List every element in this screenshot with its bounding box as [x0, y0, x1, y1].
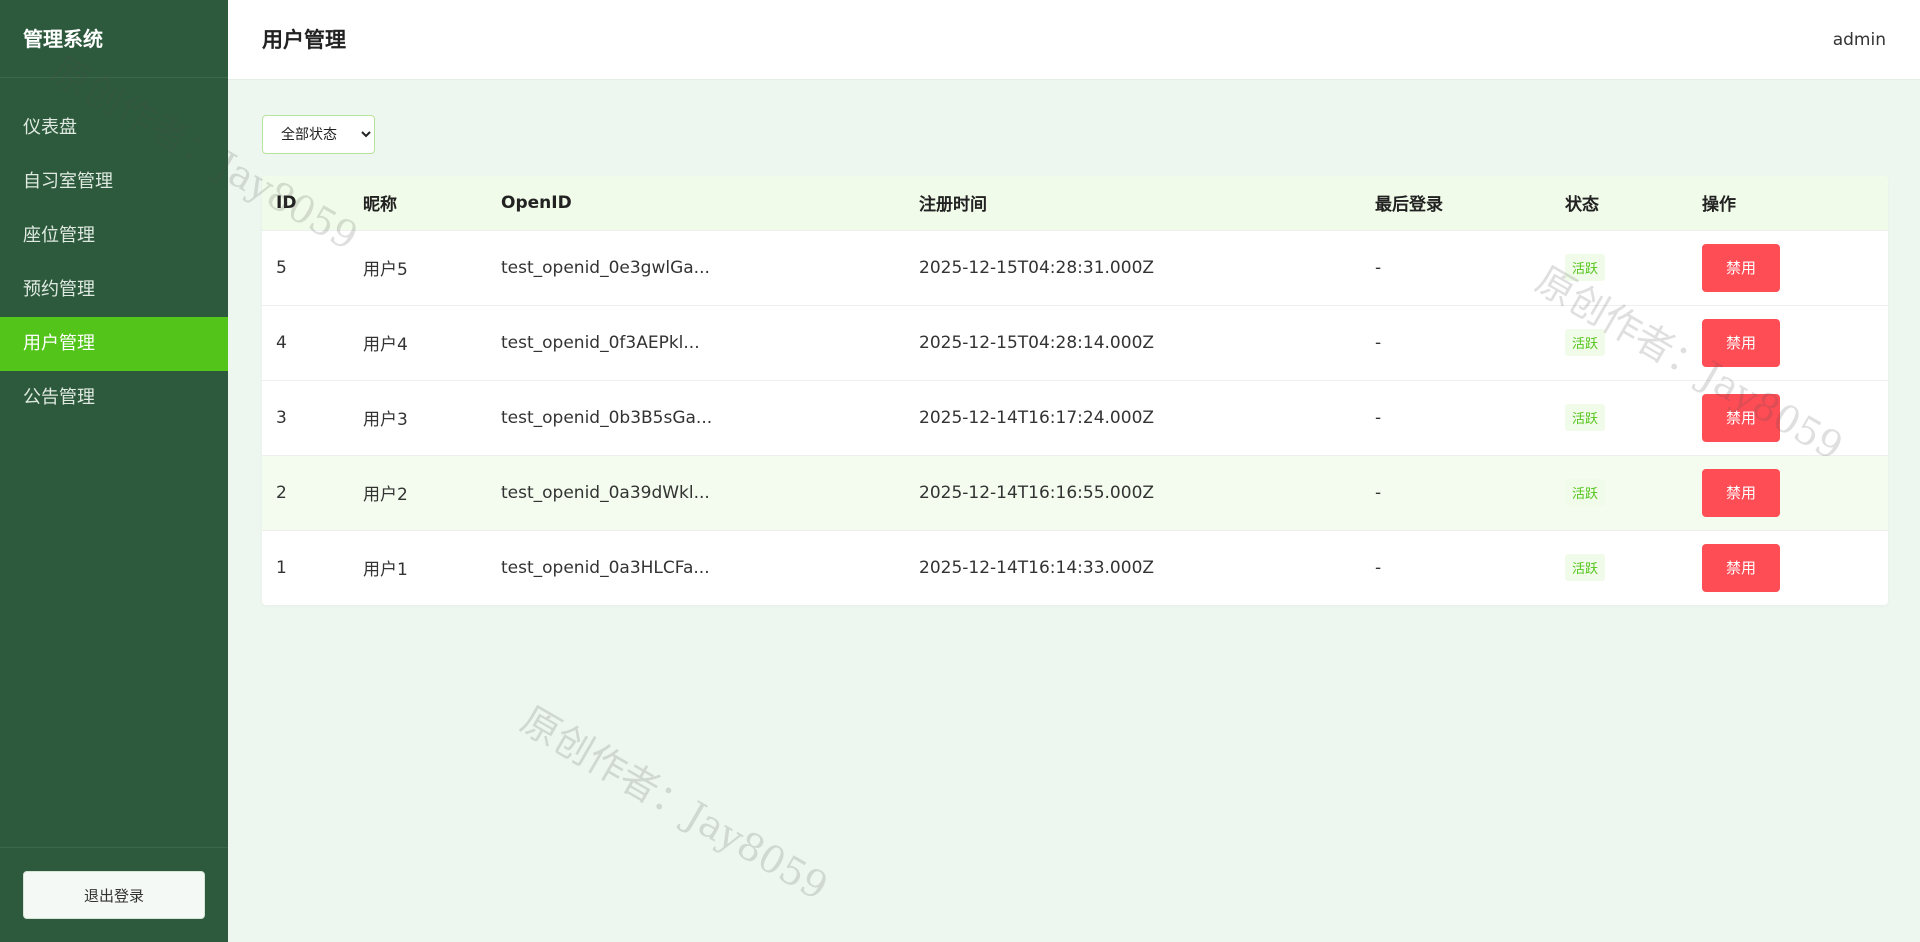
table-row: 4 用户4 test_openid_0f3AEPkl... 2025-12-15… [262, 305, 1888, 380]
status-badge: 活跃 [1565, 254, 1606, 281]
current-user[interactable]: admin [1833, 0, 1886, 80]
table-row: 5 用户5 test_openid_0e3gwlGa... 2025-12-15… [262, 230, 1888, 305]
table-row: 1 用户1 test_openid_0a3HLCFa... 2025-12-14… [262, 530, 1888, 605]
cell-action: 禁用 [1688, 455, 1888, 530]
table-row: 2 用户2 test_openid_0a39dWkl... 2025-12-14… [262, 455, 1888, 530]
column-header-registered: 注册时间 [919, 195, 987, 216]
sidebar-item-announcements[interactable]: 公告管理 [0, 371, 228, 425]
cell-openid: test_openid_0b3B5sGa... [501, 407, 713, 428]
cell-status: 活跃 [1551, 380, 1688, 455]
cell-status: 活跃 [1551, 455, 1688, 530]
cell-registered: 2025-12-14T16:14:33.000Z [919, 557, 1155, 578]
content: 全部状态 ID 昵称 OpenID 注册时间 最后登录 状态 操作 5 用户5 … [262, 115, 1888, 605]
cell-openid: test_openid_0e3gwlGa... [501, 257, 710, 278]
table-header-row: ID 昵称 OpenID 注册时间 最后登录 状态 操作 [262, 176, 1888, 230]
column-header-nickname: 昵称 [363, 195, 397, 216]
users-table: ID 昵称 OpenID 注册时间 最后登录 状态 操作 5 用户5 test_… [262, 176, 1888, 605]
cell-registered: 2025-12-15T04:28:14.000Z [919, 332, 1155, 353]
cell-registered: 2025-12-14T16:17:24.000Z [919, 407, 1155, 428]
cell-nickname: 用户2 [363, 485, 408, 505]
page-title: 用户管理 [262, 28, 346, 52]
column-header-action: 操作 [1702, 195, 1736, 216]
status-badge: 活跃 [1565, 554, 1606, 582]
cell-id: 2 [276, 482, 287, 503]
main-area: 用户管理 admin 全部状态 ID 昵称 OpenID 注册时间 最后登录 状… [228, 0, 1920, 942]
brand-title: 管理系统 [0, 0, 228, 78]
cell-action: 禁用 [1688, 305, 1888, 380]
column-header-openid: OpenID [501, 192, 572, 213]
cell-openid: test_openid_0a39dWkl... [501, 482, 710, 503]
sidebar-item-reservations[interactable]: 预约管理 [0, 263, 228, 317]
cell-action: 禁用 [1688, 530, 1888, 605]
cell-id: 5 [276, 257, 287, 278]
cell-status: 活跃 [1551, 305, 1688, 380]
cell-id: 3 [276, 407, 287, 428]
sidebar-item-study-rooms[interactable]: 自习室管理 [0, 155, 228, 209]
app-root: 管理系统 仪表盘 自习室管理 座位管理 预约管理 用户管理 公告管理 退出登录 … [0, 0, 1920, 942]
sidebar-item-dashboard[interactable]: 仪表盘 [0, 101, 228, 155]
logout-button[interactable]: 退出登录 [23, 871, 205, 919]
sidebar-item-seats[interactable]: 座位管理 [0, 209, 228, 263]
column-header-last-login: 最后登录 [1375, 195, 1443, 216]
disable-user-button[interactable]: 禁用 [1702, 318, 1780, 367]
table-row: 3 用户3 test_openid_0b3B5sGa... 2025-12-14… [262, 380, 1888, 455]
top-header: 用户管理 admin [228, 0, 1920, 80]
cell-last-login: - [1375, 332, 1382, 353]
status-badge: 活跃 [1565, 329, 1606, 356]
cell-nickname: 用户1 [363, 560, 408, 581]
disable-user-button[interactable]: 禁用 [1702, 243, 1780, 292]
cell-action: 禁用 [1688, 230, 1888, 305]
disable-user-button[interactable]: 禁用 [1702, 468, 1780, 517]
cell-openid: test_openid_0f3AEPkl... [501, 332, 700, 353]
cell-action: 禁用 [1688, 380, 1888, 455]
cell-openid: test_openid_0a3HLCFa... [501, 557, 710, 578]
disable-user-button[interactable]: 禁用 [1702, 393, 1780, 442]
column-header-id: ID [276, 192, 297, 213]
disable-user-button[interactable]: 禁用 [1702, 543, 1780, 592]
status-badge: 活跃 [1565, 479, 1606, 506]
sidebar-item-users[interactable]: 用户管理 [0, 317, 228, 371]
users-table-container: ID 昵称 OpenID 注册时间 最后登录 状态 操作 5 用户5 test_… [262, 176, 1888, 605]
status-badge: 活跃 [1565, 404, 1606, 431]
cell-last-login: - [1375, 257, 1382, 278]
sidebar-nav: 仪表盘 自习室管理 座位管理 预约管理 用户管理 公告管理 [0, 101, 228, 425]
cell-status: 活跃 [1551, 530, 1688, 605]
sidebar-footer: 退出登录 [0, 847, 228, 942]
cell-status: 活跃 [1551, 230, 1688, 305]
cell-registered: 2025-12-15T04:28:31.000Z [919, 257, 1155, 278]
cell-id: 4 [276, 332, 287, 353]
sidebar: 管理系统 仪表盘 自习室管理 座位管理 预约管理 用户管理 公告管理 退出登录 [0, 0, 228, 942]
cell-nickname: 用户5 [363, 260, 408, 280]
cell-last-login: - [1375, 557, 1382, 578]
cell-nickname: 用户4 [363, 335, 408, 355]
column-header-status: 状态 [1565, 195, 1599, 216]
cell-registered: 2025-12-14T16:16:55.000Z [919, 482, 1155, 503]
cell-last-login: - [1375, 407, 1382, 428]
cell-id: 1 [276, 557, 287, 578]
status-filter-select[interactable]: 全部状态 [262, 115, 375, 154]
cell-last-login: - [1375, 482, 1382, 503]
cell-nickname: 用户3 [363, 410, 408, 430]
